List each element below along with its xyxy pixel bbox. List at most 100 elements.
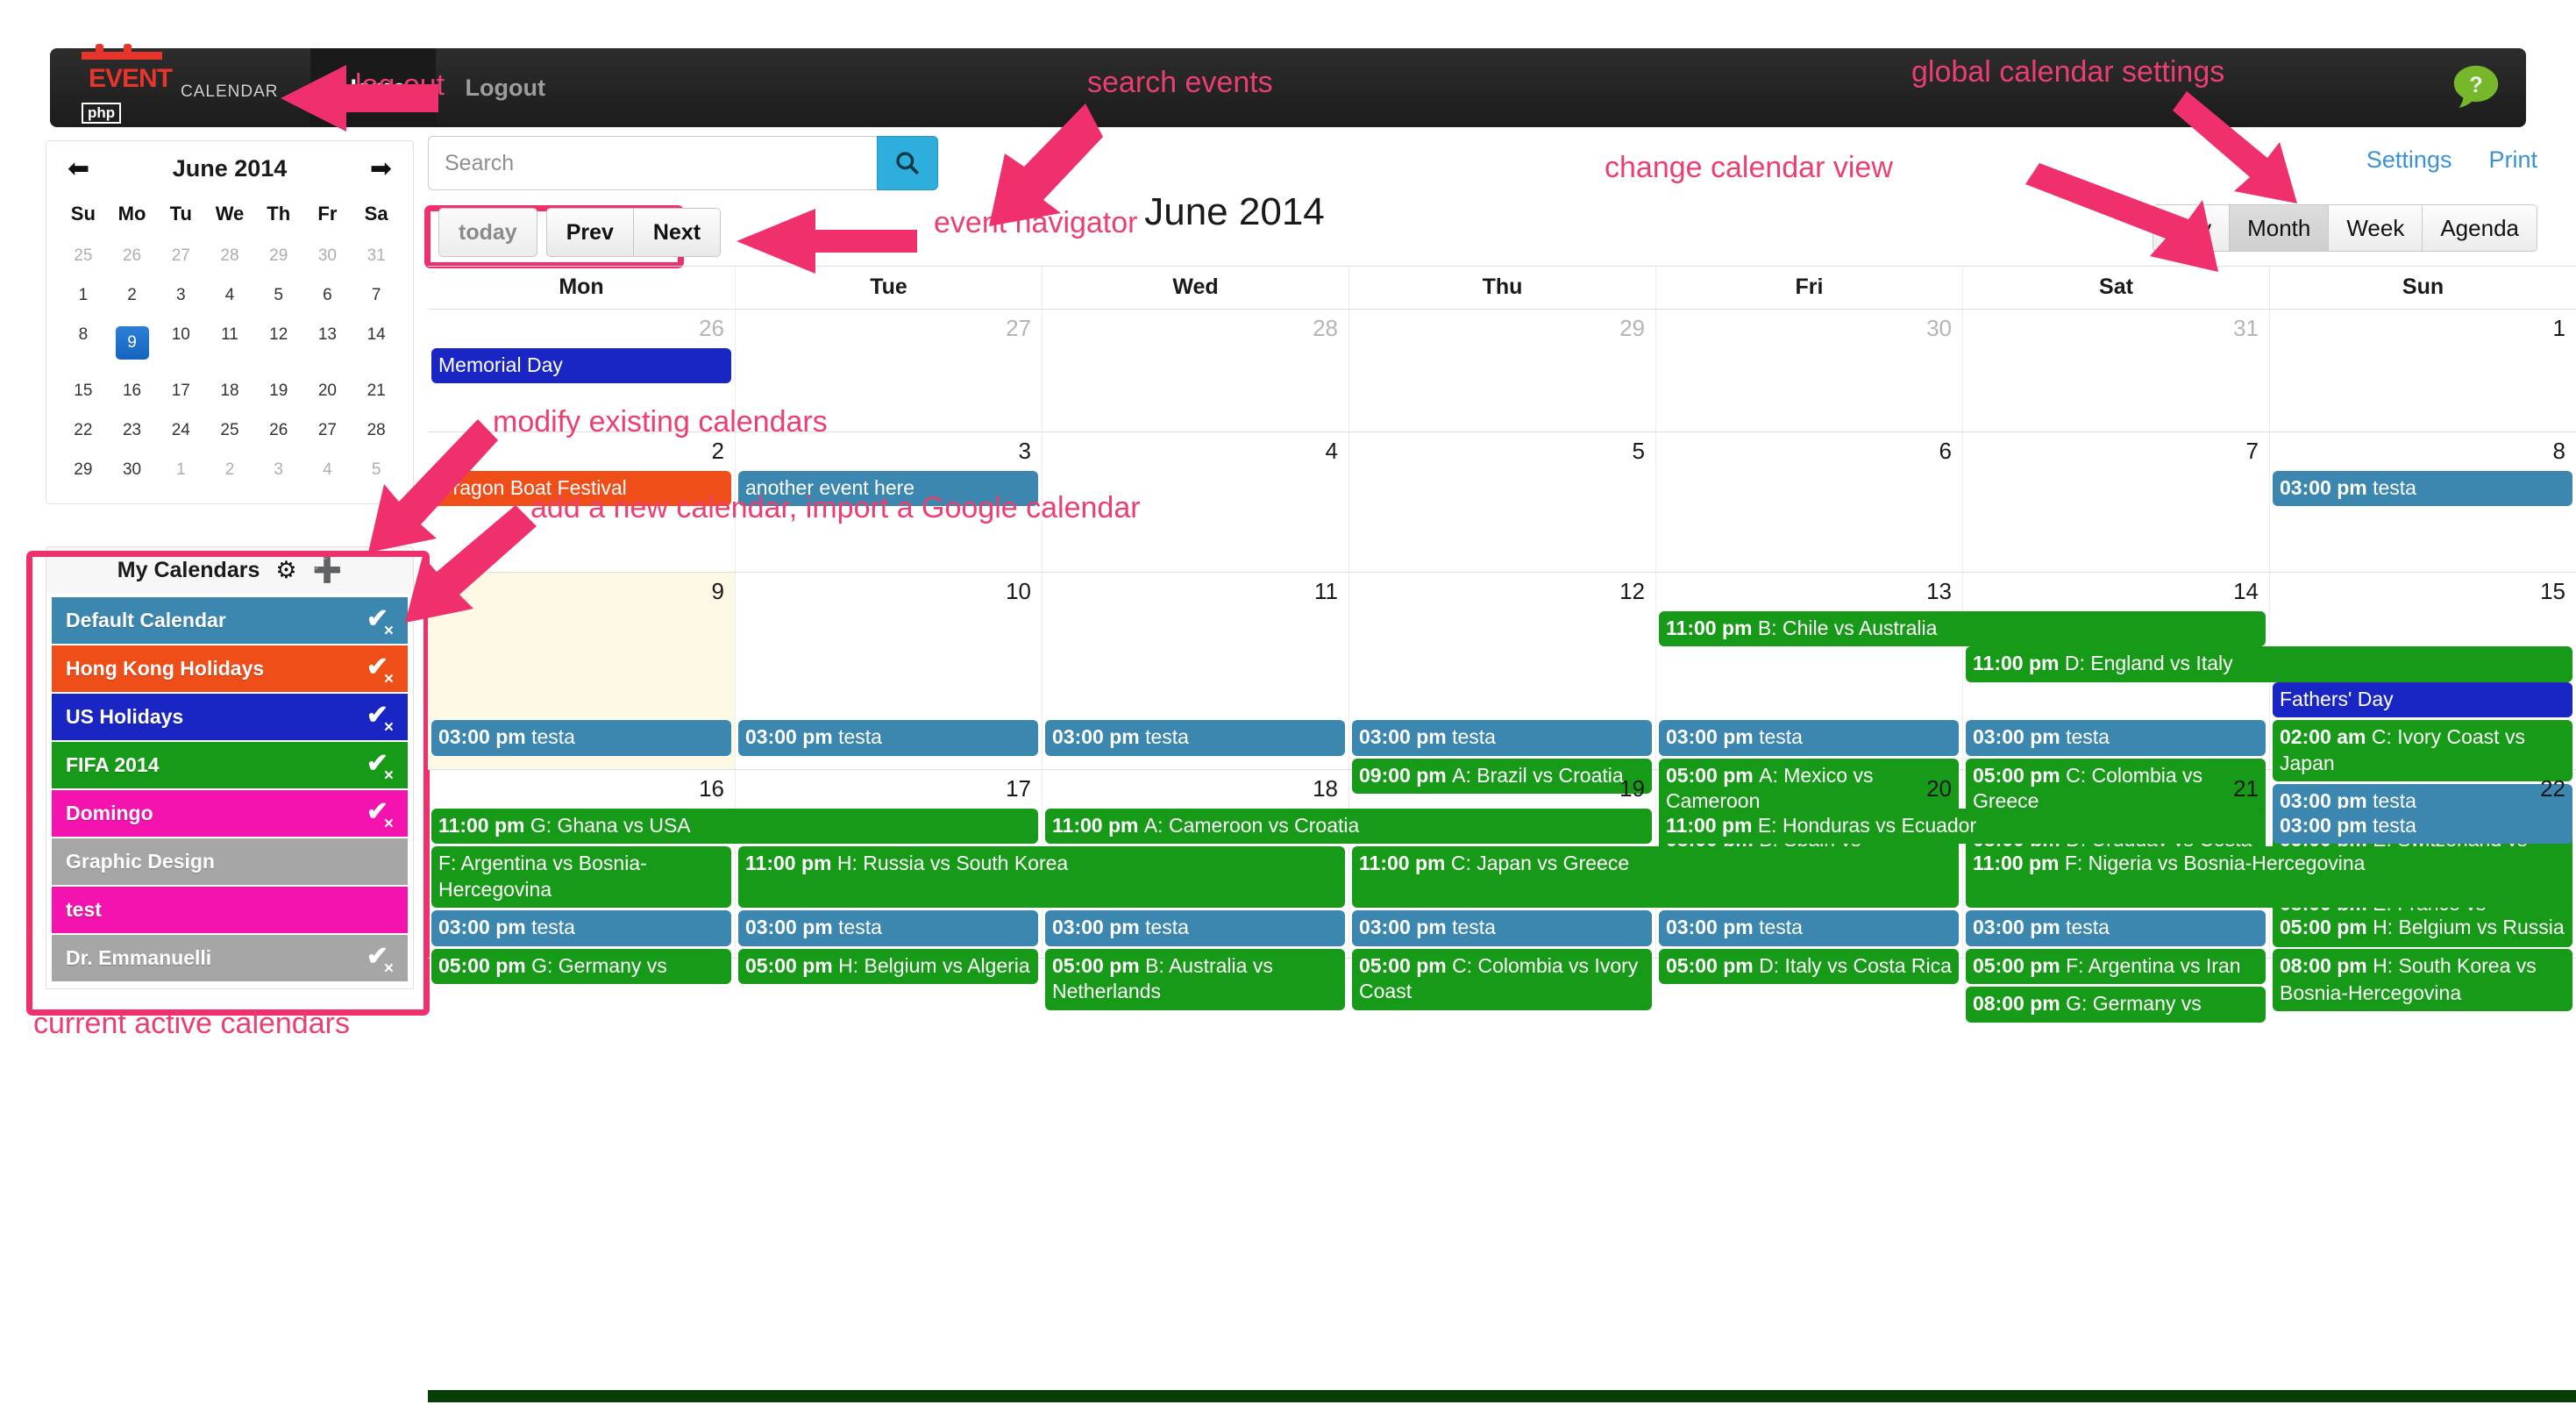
calendar-event[interactable]: 03:00 pm testa [431,910,731,946]
calendar-list-item[interactable]: US Holidays ✔ × [52,694,408,740]
search-input[interactable] [428,136,877,190]
x-icon[interactable]: × [384,671,394,688]
mini-cal-day[interactable]: 20 [303,371,352,410]
mini-cal-day[interactable]: 27 [303,410,352,450]
calendar-event[interactable]: 03:00 pm testa [738,910,1038,946]
view-button-month[interactable]: Month [2230,204,2330,252]
mini-cal-day[interactable]: 11 [205,315,254,371]
mini-cal-day[interactable]: 5 [352,450,401,489]
x-icon[interactable]: × [384,719,394,736]
calendar-event[interactable]: 11:00 pm C: Japan vs Greece [1352,846,1959,909]
calendar-event[interactable]: 03:00 pm testa [1045,720,1345,756]
mini-cal-day[interactable]: 2 [205,450,254,489]
arrow-left-icon[interactable]: ⬅ [68,155,89,182]
mini-cal-day[interactable]: 12 [254,315,303,371]
mini-cal-day[interactable]: 2 [108,275,157,315]
mini-cal-day[interactable]: 16 [108,371,157,410]
calendar-event[interactable]: 03:00 pm testa [1659,720,1959,756]
calendar-event[interactable]: 03:00 pm testa [1966,720,2266,756]
mini-cal-day[interactable]: 6 [303,275,352,315]
search-button[interactable] [877,136,938,190]
mini-cal-day[interactable]: 29 [59,450,108,489]
mini-cal-day[interactable]: 22 [59,410,108,450]
view-button-agenda[interactable]: Agenda [2423,204,2537,252]
mini-cal-day[interactable]: 19 [254,371,303,410]
mini-cal-day[interactable]: 1 [156,450,205,489]
prev-button[interactable]: Prev [545,208,634,257]
mini-cal-day[interactable]: 17 [156,371,205,410]
calendar-event[interactable]: 03:00 pm testa [1659,910,1959,946]
calendar-event[interactable]: Fathers' Day [2273,681,2572,718]
calendar-event[interactable]: 03:00 pm testa [2273,471,2572,507]
today-button[interactable]: today [438,208,537,257]
calendar-list-item[interactable]: Default Calendar ✔ × [52,597,408,644]
calendar-event[interactable]: 11:00 pm A: Cameroon vs Croatia [1045,809,1652,845]
calendar-event[interactable]: 05:00 pm B: Australia vs Netherlands [1045,948,1345,1010]
calendar-event[interactable]: 05:00 pm C: Colombia vs Ivory Coast [1352,948,1652,1010]
mini-cal-day[interactable]: 4 [303,450,352,489]
calendar-list-item[interactable]: test [52,887,408,933]
settings-link[interactable]: Settings [2366,146,2452,173]
calendar-event[interactable]: Memorial Day [431,348,731,384]
mini-cal-day[interactable]: 13 [303,315,352,371]
calendar-event[interactable]: 03:00 pm testa [1045,910,1345,946]
mini-cal-day[interactable]: 26 [254,410,303,450]
mini-cal-day[interactable]: 4 [205,275,254,315]
calendar-event[interactable]: 11:00 pm G: Ghana vs USA [431,809,1038,845]
x-icon[interactable]: × [384,960,394,977]
mini-cal-day[interactable]: 24 [156,410,205,450]
mini-cal-day[interactable]: 1 [59,275,108,315]
brand-logo[interactable]: EVENT CALENDAR php [50,44,310,127]
calendar-event[interactable]: 11:00 pm E: Honduras vs Ecuador [1659,809,2266,845]
calendar-event[interactable]: 05:00 pm F: Argentina vs Iran [1966,948,2266,985]
calendar-event[interactable]: 11:00 pm F: Nigeria vs Bosnia-Hercegovin… [1966,846,2572,909]
nav-logout-link[interactable]: Logout [436,48,575,127]
mini-cal-day[interactable]: 28 [205,236,254,275]
calendar-list-item[interactable]: Hong Kong Holidays ✔ × [52,645,408,692]
plus-icon[interactable]: ➕ [313,559,343,582]
calendar-event[interactable]: 11:00 pm B: Chile vs Australia [1659,611,2266,647]
mini-cal-day[interactable]: 29 [254,236,303,275]
calendar-event[interactable]: 03:00 pm testa [1352,720,1652,756]
calendar-event[interactable]: F: Argentina vs Bosnia-Hercegovina [431,846,731,909]
x-icon[interactable]: × [384,767,394,784]
print-link[interactable]: Print [2488,146,2537,173]
mini-cal-day[interactable]: 3 [156,275,205,315]
calendar-event[interactable]: 05:00 pm H: Belgium vs Russia [2273,910,2572,946]
calendar-event[interactable]: 05:00 pm H: Belgium vs Algeria [738,948,1038,985]
calendar-event[interactable]: 03:00 pm testa [738,720,1038,756]
mini-cal-day[interactable]: 15 [59,371,108,410]
mini-cal-day[interactable]: 9 [108,315,157,371]
calendar-event[interactable]: 08:00 pm H: South Korea vs [2273,948,2572,985]
mini-cal-day[interactable]: 26 [108,236,157,275]
calendar-event[interactable]: 03:00 pm testa [431,720,731,756]
mini-cal-day[interactable]: 21 [352,371,401,410]
mini-cal-day[interactable]: 27 [156,236,205,275]
calendar-event[interactable]: 11:00 pm D: England vs Italy [1966,646,2572,682]
mini-cal-day[interactable]: 14 [352,315,401,371]
x-icon[interactable]: × [384,623,394,639]
calendar-event[interactable]: 03:00 pm testa [1966,910,2266,946]
mini-calendar-grid[interactable]: Su Mo Tu We Th Fr Sa 25 26 27 28 29 30 31 1 2 3 4 5 6 7 8 9 10 1… [59,193,401,489]
next-button[interactable]: Next [633,208,722,257]
arrow-right-icon[interactable]: ➡ [370,155,392,182]
mini-cal-day[interactable]: 25 [59,236,108,275]
calendar-list-item[interactable]: Graphic Design [52,838,408,885]
calendar-list-item[interactable]: FIFA 2014 ✔ × [52,742,408,788]
calendar-event[interactable]: 05:00 pm G: Germany vs [431,948,731,985]
mini-cal-day[interactable]: 30 [108,450,157,489]
mini-cal-day[interactable]: 31 [352,236,401,275]
mini-cal-day[interactable]: 3 [254,450,303,489]
calendar-event[interactable]: 05:00 pm D: Italy vs Costa Rica [1659,948,1959,985]
x-icon[interactable]: × [384,816,394,832]
calendar-event[interactable]: 03:00 pm testa [1352,910,1652,946]
mini-cal-day[interactable]: 28 [352,410,401,450]
mini-cal-day[interactable]: 8 [59,315,108,371]
mini-cal-day[interactable]: 23 [108,410,157,450]
calendar-list-item[interactable]: Dr. Emmanuelli ✔ × [52,935,408,981]
mini-cal-day[interactable]: 25 [205,410,254,450]
mini-cal-day[interactable]: 30 [303,236,352,275]
view-button-day[interactable]: Day [2152,204,2231,252]
view-button-week[interactable]: Week [2329,204,2423,252]
mini-cal-day[interactable]: 5 [254,275,303,315]
